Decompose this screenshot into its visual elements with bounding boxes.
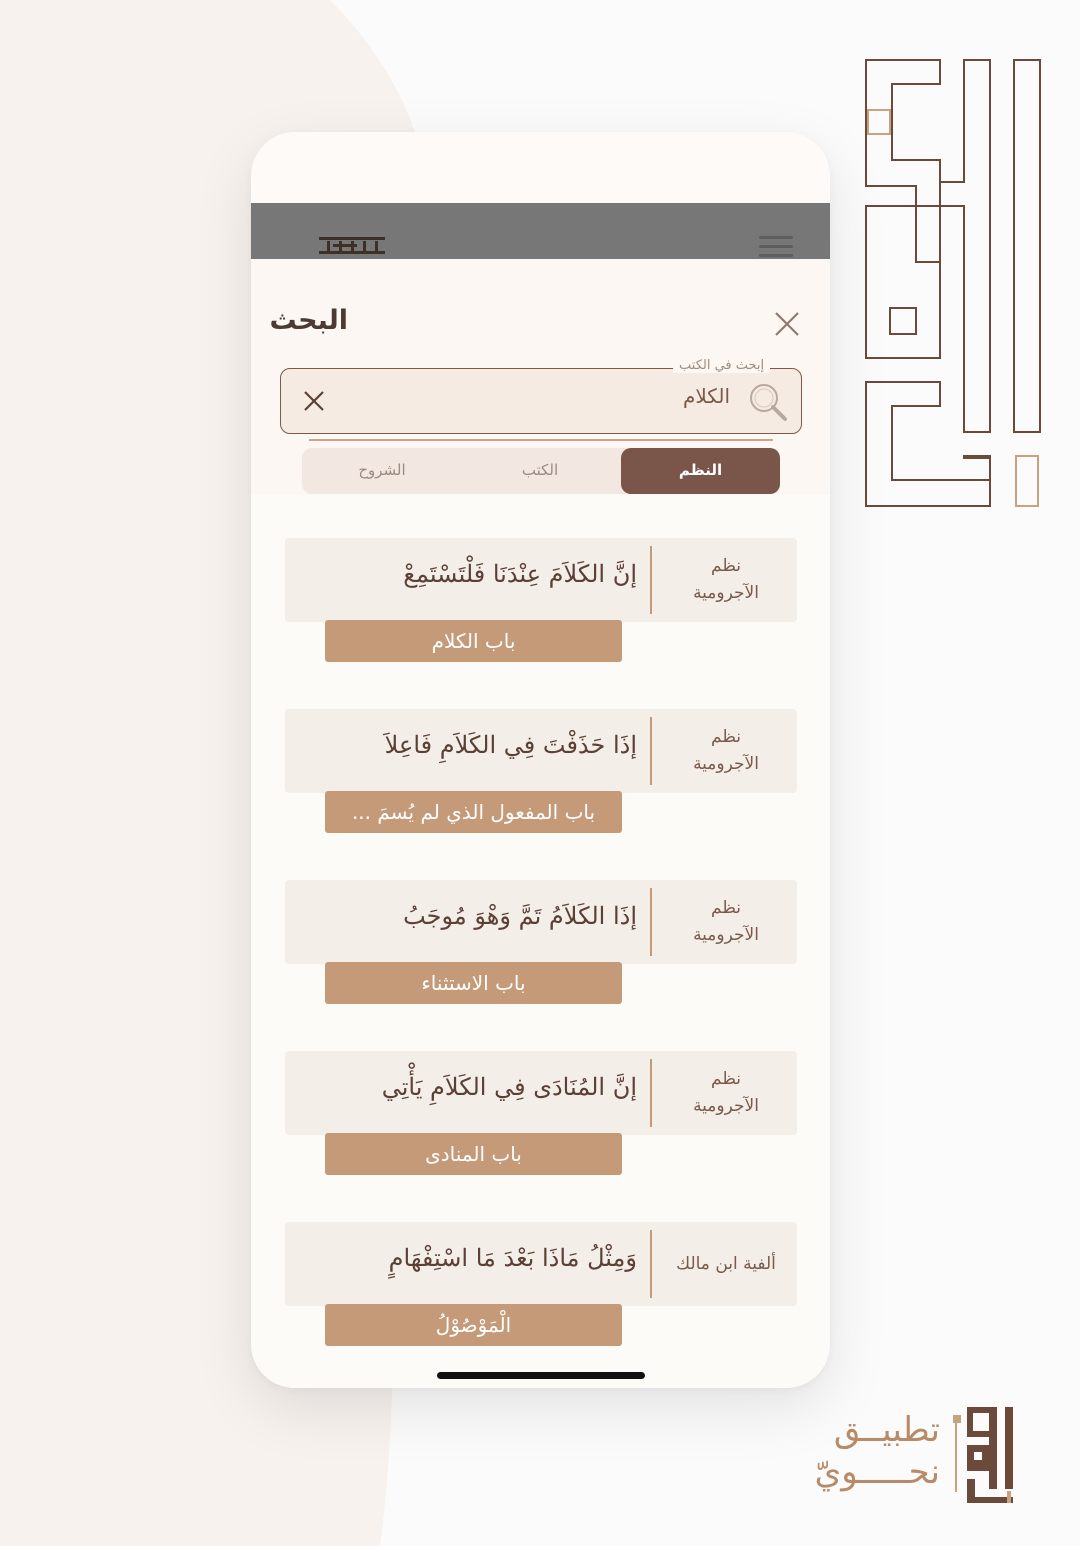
result-book: نظم الآجرومية: [655, 719, 797, 783]
decorative-kufic-logo-icon: [865, 59, 1041, 507]
clear-icon[interactable]: [303, 390, 325, 412]
chapter-chip[interactable]: باب الكلام: [325, 620, 622, 662]
app-name-line2: نحـــــويّ: [814, 1452, 940, 1492]
home-indicator: [437, 1372, 645, 1379]
result-book-line2: الآجرومية: [693, 583, 759, 603]
app-bar: [251, 203, 830, 259]
chapter-chip[interactable]: باب المفعول الذي لم يُسمَ ...: [325, 791, 622, 833]
chapter-chip[interactable]: باب الاستثناء: [325, 962, 622, 1004]
app-name-line1: تطبيــق: [833, 1410, 940, 1450]
field-underline: [309, 439, 773, 441]
result-book-line1: نظم: [711, 1069, 741, 1089]
result-card[interactable]: إنَّ الكَلاَمَ عِنْدَنَا فَلْتَسْتَمِعْ …: [285, 538, 797, 622]
search-icon[interactable]: [748, 382, 788, 422]
result-verse: إنَّ المُنَادَى فِي الكَلاَمِ يَأْتِي: [381, 1073, 637, 1101]
tab-books[interactable]: الكتب: [480, 448, 600, 494]
divider: [650, 546, 652, 614]
result-book: نظم الآجرومية: [655, 890, 797, 954]
result-card[interactable]: إنَّ المُنَادَى فِي الكَلاَمِ يَأْتِي نظ…: [285, 1051, 797, 1135]
result-card[interactable]: وَمِثْلُ مَاذَا بَعْدَ مَا اسْتِفْهَامٍ …: [285, 1222, 797, 1306]
close-icon[interactable]: [773, 310, 801, 338]
result-verse: إنَّ الكَلاَمَ عِنْدَنَا فَلْتَسْتَمِعْ: [403, 560, 637, 588]
result-card[interactable]: إذَا الكَلاَمُ تَمَّ وَهْوَ مُوجَبُ نظم ا…: [285, 880, 797, 964]
tab-nazm[interactable]: النظم: [621, 448, 780, 494]
chapter-chip[interactable]: باب المنادى: [325, 1133, 622, 1175]
divider: [650, 888, 652, 956]
search-input[interactable]: الكلام: [683, 384, 730, 408]
result-book-line1: نظم: [711, 556, 741, 576]
result-book-line1: ألفية ابن مالك: [676, 1253, 776, 1274]
result-book-line2: الآجرومية: [693, 1096, 759, 1116]
result-card[interactable]: إذَا حَذَفْتَ فِي الكَلاَمِ فَاعِلاَ نظم…: [285, 709, 797, 793]
result-book-line1: نظم: [711, 898, 741, 918]
result-book: نظم الآجرومية: [655, 1061, 797, 1125]
result-verse: إذَا الكَلاَمُ تَمَّ وَهْوَ مُوجَبُ: [403, 902, 637, 930]
divider: [650, 1059, 652, 1127]
nahwi-kufic-logo-icon: [953, 1407, 1013, 1503]
app-logo-icon: [319, 237, 385, 254]
divider: [650, 1230, 652, 1298]
chapter-chip[interactable]: الْمَوْصُوْلُ: [325, 1304, 622, 1346]
results-list: إنَّ الكَلاَمَ عِنْدَنَا فَلْتَسْتَمِعْ …: [251, 495, 830, 1388]
phone-frame: البحث إبحث في الكتب الكلام الشروح الكتب …: [251, 132, 830, 1388]
page-title: البحث: [269, 305, 348, 336]
hamburger-icon[interactable]: [759, 236, 793, 260]
result-book-line1: نظم: [711, 727, 741, 747]
result-book-line2: الآجرومية: [693, 754, 759, 774]
status-bar-area: [251, 132, 830, 203]
tab-shoroh[interactable]: الشروح: [322, 448, 442, 494]
tab-bar: الشروح الكتب النظم: [302, 448, 780, 494]
result-book: نظم الآجرومية: [655, 548, 797, 612]
result-book: ألفية ابن مالك: [655, 1232, 797, 1296]
result-verse: وَمِثْلُ مَاذَا بَعْدَ مَا اسْتِفْهَامٍ: [388, 1244, 637, 1272]
search-field-label: إبحث في الكتب: [673, 358, 771, 373]
result-book-line2: الآجرومية: [693, 925, 759, 945]
result-verse: إذَا حَذَفْتَ فِي الكَلاَمِ فَاعِلاَ: [384, 731, 637, 759]
divider: [650, 717, 652, 785]
